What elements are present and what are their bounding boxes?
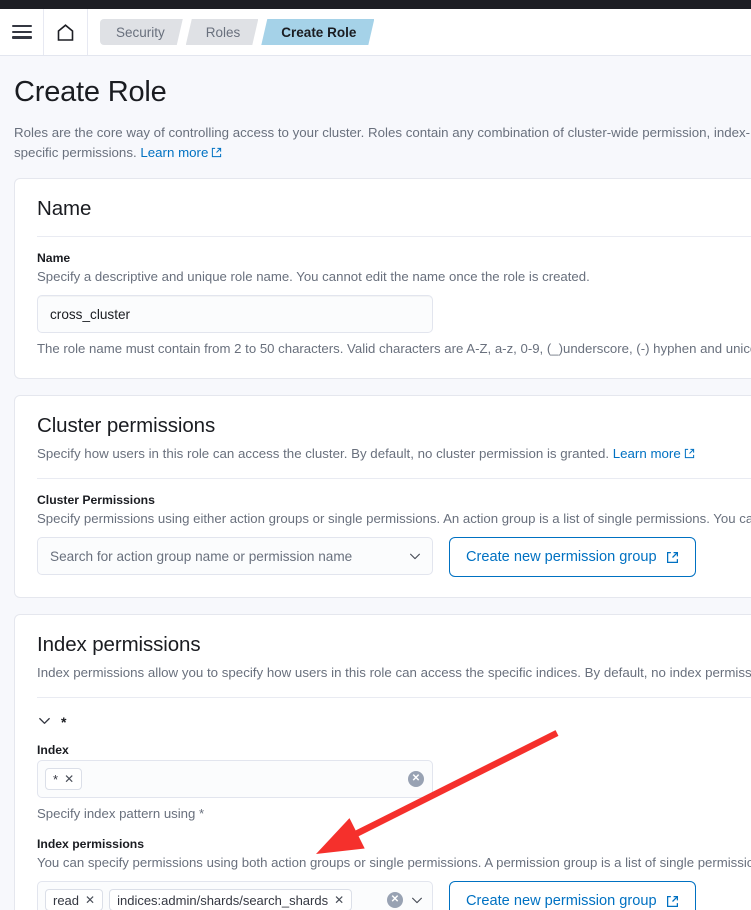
clear-input-icon[interactable]: ✕ xyxy=(387,892,403,908)
home-icon xyxy=(57,23,74,41)
chevron-down-icon[interactable] xyxy=(408,549,422,563)
index-pattern-pill[interactable]: * ✕ xyxy=(45,768,83,790)
index-permissions-combobox[interactable]: read ✕ indices:admin/shards/search_shard… xyxy=(37,881,433,910)
page-description: Roles are the core way of controlling ac… xyxy=(0,123,751,162)
index-combobox-trailing: ✕ xyxy=(408,771,424,787)
index-permissions-label: Index permissions xyxy=(37,837,145,851)
index-permission-pill-label: read xyxy=(53,892,80,908)
chevron-down-icon[interactable] xyxy=(37,713,52,728)
create-new-permission-group-label: Create new permission group xyxy=(466,549,657,565)
menu-button[interactable] xyxy=(0,9,44,55)
divider xyxy=(37,236,751,237)
divider xyxy=(37,478,751,479)
index-group-accordion-header[interactable]: * xyxy=(37,712,751,729)
index-panel-subtitle: Index permissions allow you to specify h… xyxy=(37,665,751,680)
page-title: Create Role xyxy=(14,76,167,108)
home-button[interactable] xyxy=(44,9,88,55)
index-group-label: * xyxy=(61,714,67,730)
learn-more-link[interactable]: Learn more xyxy=(140,145,208,160)
index-permission-pill-read[interactable]: read ✕ xyxy=(45,889,104,910)
remove-pill-icon[interactable]: ✕ xyxy=(85,894,95,906)
remove-pill-icon[interactable]: ✕ xyxy=(64,773,74,785)
create-new-permission-group-button-index[interactable]: Create new permission group xyxy=(449,881,696,910)
cluster-panel-subtitle-text: Specify how users in this role can acces… xyxy=(37,446,610,461)
index-field-label: Index xyxy=(37,743,69,757)
cluster-permissions-help: Specify permissions using either action … xyxy=(37,511,751,526)
page-description-text: Roles are the core way of controlling ac… xyxy=(14,125,751,160)
index-pattern-pill-label: * xyxy=(53,771,59,787)
cluster-permissions-placeholder: Search for action group name or permissi… xyxy=(50,548,353,564)
name-field-label: Name xyxy=(37,251,71,265)
index-permission-pill-label: indices:admin/shards/search_shards xyxy=(117,892,329,908)
cluster-permissions-row: Search for action group name or permissi… xyxy=(37,537,751,577)
chrome-header-bar: Security Roles Create Role xyxy=(0,9,751,56)
external-link-icon xyxy=(212,147,222,157)
hamburger-menu-icon xyxy=(11,25,32,39)
name-field-hint: The role name must contain from 2 to 50 … xyxy=(37,341,751,356)
clear-input-icon[interactable]: ✕ xyxy=(408,771,424,787)
cluster-permissions-label: Cluster Permissions xyxy=(37,493,155,507)
page-body: Create Role Roles are the core way of co… xyxy=(0,56,751,910)
external-link-icon xyxy=(666,895,678,907)
cluster-permissions-combobox[interactable]: Search for action group name or permissi… xyxy=(37,537,433,575)
window-top-strip xyxy=(0,0,751,9)
external-link-icon xyxy=(684,448,694,459)
name-panel: Name Name Specify a descriptive and uniq… xyxy=(14,178,751,379)
create-new-permission-group-label: Create new permission group xyxy=(466,893,657,909)
remove-pill-icon[interactable]: ✕ xyxy=(334,894,344,906)
index-permissions-help: You can specify permissions using both a… xyxy=(37,855,751,870)
name-field-help: Specify a descriptive and unique role na… xyxy=(37,269,590,284)
name-panel-title: Name xyxy=(37,197,92,220)
cluster-learn-more-link[interactable]: Learn more xyxy=(613,446,681,461)
create-new-permission-group-button-cluster[interactable]: Create new permission group xyxy=(449,537,696,577)
index-permissions-trailing: ✕ xyxy=(387,892,424,908)
index-panel-title: Index permissions xyxy=(37,633,201,656)
breadcrumb-item-create-role[interactable]: Create Role xyxy=(261,19,374,45)
breadcrumb-item-security[interactable]: Security xyxy=(100,19,183,45)
cluster-panel-title: Cluster permissions xyxy=(37,414,216,437)
role-name-input-value: cross_cluster xyxy=(50,306,131,322)
index-permissions-panel: Index permissions Index permissions allo… xyxy=(14,614,751,910)
index-permission-pill-search-shards[interactable]: indices:admin/shards/search_shards ✕ xyxy=(109,889,353,910)
divider xyxy=(37,697,751,698)
cluster-panel-subtitle: Specify how users in this role can acces… xyxy=(37,445,751,463)
index-pattern-combobox[interactable]: * ✕ ✕ xyxy=(37,760,433,798)
chevron-down-icon[interactable] xyxy=(410,893,424,907)
breadcrumb: Security Roles Create Role xyxy=(100,9,377,55)
external-link-icon xyxy=(666,551,678,563)
index-permissions-row: read ✕ indices:admin/shards/search_shard… xyxy=(37,881,751,910)
role-name-input[interactable]: cross_cluster xyxy=(37,295,433,333)
cluster-permissions-panel: Cluster permissions Specify how users in… xyxy=(14,395,751,598)
breadcrumb-item-roles[interactable]: Roles xyxy=(186,19,259,45)
index-pattern-hint: Specify index pattern using * xyxy=(37,806,205,821)
